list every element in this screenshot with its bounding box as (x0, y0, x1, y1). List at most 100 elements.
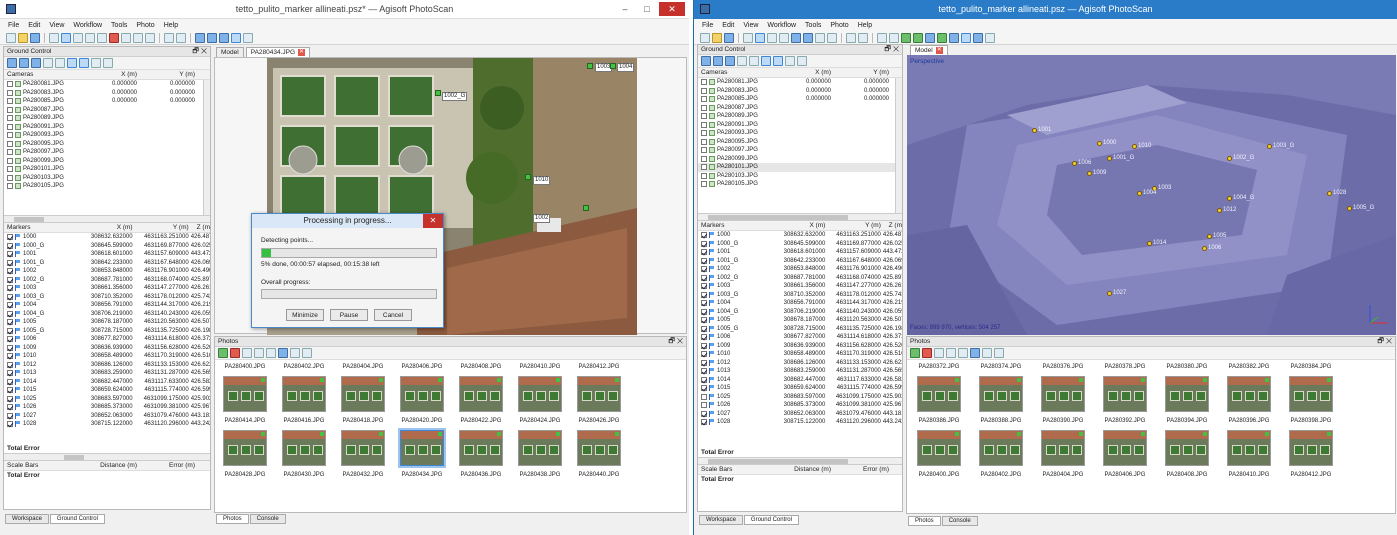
reset-view-icon[interactable] (219, 32, 229, 43)
model-marker[interactable]: 1000 (1097, 140, 1116, 146)
marker-checkbox[interactable] (701, 240, 707, 247)
marker-row[interactable]: 1009 308636.939000 4631156.628000426.5200 (4, 344, 210, 353)
menu-item-help[interactable]: Help (164, 22, 178, 29)
column-header[interactable]: Error (m) (139, 461, 197, 470)
marker-row[interactable]: 1010 308658.489000 4631170.319000426.5100 (698, 350, 902, 359)
menu-item-file[interactable]: File (702, 22, 713, 29)
menu-item-view[interactable]: View (743, 22, 758, 29)
photo-thumbnail[interactable] (917, 376, 961, 412)
photo-thumbnail[interactable] (341, 430, 385, 466)
photo-thumbnail[interactable] (223, 376, 267, 412)
marker-checkbox[interactable] (7, 302, 13, 309)
marker-row[interactable]: 1004_G 308706.219000 4631140.243000426.059… (698, 308, 902, 317)
tab-photos[interactable]: Photos (216, 514, 249, 524)
column-header[interactable]: Error (m) (833, 465, 891, 474)
camera-checkbox[interactable] (701, 87, 707, 94)
camera-checkbox[interactable] (7, 81, 13, 88)
marker-flag-icon[interactable] (583, 205, 589, 211)
marker-row[interactable]: 1027 308652.063000 4631079.476000443.1810 (698, 410, 902, 419)
marker-checkbox[interactable] (701, 351, 707, 358)
marker-row[interactable]: 1005_G 308728.715000 4631135.725000426.198… (698, 325, 902, 334)
marker-checkbox[interactable] (7, 310, 13, 317)
column-header[interactable]: Y (m) (827, 221, 883, 230)
filter-icon[interactable] (970, 348, 980, 358)
photo-thumbnail[interactable] (518, 430, 562, 466)
marker-checkbox[interactable] (701, 385, 707, 392)
marker-checkbox[interactable] (7, 412, 13, 419)
marker-row[interactable]: 1002_G 308687.781000 4631168.074000425.897… (4, 276, 210, 285)
column-header[interactable]: Y (m) (139, 70, 197, 79)
marker-row[interactable]: 1015 308659.624000 4631115.774000426.5990 (4, 386, 210, 395)
crop-selection-icon[interactable] (827, 32, 837, 43)
show-dense-icon[interactable] (889, 32, 899, 43)
marker-row[interactable]: 1003_G 308710.352000 4631178.012000425.743… (698, 291, 902, 300)
vertical-scrollbar[interactable] (203, 80, 210, 222)
photo-thumbnail[interactable] (459, 430, 503, 466)
camera-checkbox[interactable] (7, 115, 13, 122)
marker-row[interactable]: 1003_G 308710.352000 4631178.012000425.743… (4, 293, 210, 302)
tab-ground-control[interactable]: Ground Control (49, 514, 105, 524)
remove-camera-icon[interactable] (242, 348, 252, 358)
rotate-right-icon[interactable] (266, 348, 276, 358)
camera-checkbox[interactable] (7, 89, 13, 96)
reset-icon[interactable] (737, 56, 747, 66)
image-marker-label[interactable]: 1002 (533, 214, 551, 223)
open-icon[interactable] (18, 32, 28, 43)
rotate-left-icon[interactable] (254, 348, 264, 358)
delete-selection-icon[interactable] (815, 32, 825, 43)
dialog-close-button[interactable]: ✕ (423, 214, 443, 228)
marker-checkbox[interactable] (701, 325, 707, 332)
model-marker[interactable]: 1002_G (1227, 155, 1254, 161)
vertical-scrollbar[interactable] (895, 78, 902, 220)
marker-checkbox[interactable] (7, 259, 13, 266)
menu-item-photo[interactable]: Photo (136, 22, 154, 29)
marker-checkbox[interactable] (701, 410, 707, 417)
navigation-icon[interactable] (49, 32, 59, 43)
column-header[interactable]: X (m) (84, 70, 139, 79)
marker-row[interactable]: 1000 308632.632000 4631163.251000426.4870 (698, 231, 902, 240)
camera-checkbox[interactable] (701, 79, 707, 86)
close-tab-icon[interactable]: ✕ (298, 49, 306, 56)
marker-checkbox[interactable] (7, 293, 13, 300)
column-header[interactable]: Markers (698, 221, 775, 230)
marker-row[interactable]: 1000_G 308645.599000 4631169.877000426.025… (4, 242, 210, 251)
marker-row[interactable]: 1002_G 308687.781000 4631168.074000425.897… (698, 274, 902, 283)
column-header[interactable]: Y (m) (135, 223, 191, 232)
horizontal-scrollbar[interactable] (4, 215, 210, 222)
marker-row[interactable]: 1015 308659.624000 4631115.774000426.5990 (698, 384, 902, 393)
close-button[interactable]: ✕ (659, 2, 685, 16)
save-icon[interactable] (30, 32, 40, 43)
camera-checkbox[interactable] (701, 113, 707, 120)
marker-row[interactable]: 1010 308658.489000 4631170.319000426.5100 (4, 352, 210, 361)
marker-checkbox[interactable] (701, 257, 707, 264)
intelligent-scissors-icon[interactable] (97, 32, 107, 43)
photo-thumbnail[interactable] (979, 430, 1023, 466)
marker-row[interactable]: 1026 308685.373000 4631099.381000425.9670 (4, 403, 210, 412)
column-header[interactable]: Cameras (4, 70, 84, 79)
minimize-button[interactable]: – (615, 2, 635, 16)
marker-row[interactable]: 1001_G 308642.233000 4631167.648000426.069… (698, 257, 902, 266)
rectangle-select-icon[interactable] (61, 32, 71, 43)
photo-thumbnail[interactable] (1227, 430, 1271, 466)
circle-select-icon[interactable] (767, 32, 777, 43)
enable-camera-icon[interactable] (218, 348, 228, 358)
camera-checkbox[interactable] (701, 181, 707, 188)
camera-row[interactable]: PA280085.JPG 0.000000 0.000000 (698, 95, 902, 104)
marker-checkbox[interactable] (701, 368, 707, 375)
marker-row[interactable]: 1000_G 308645.599000 4631169.877000426.025… (698, 240, 902, 249)
marker-checkbox[interactable] (7, 242, 13, 249)
marker-row[interactable]: 1003 308661.356000 4631147.277000426.2610 (4, 284, 210, 293)
model-marker[interactable]: 1005 (1207, 233, 1226, 239)
marker-checkbox[interactable] (701, 419, 707, 426)
redo-icon[interactable] (176, 32, 186, 43)
menu-item-file[interactable]: File (8, 22, 19, 29)
close-tab-icon[interactable]: ✕ (935, 47, 943, 54)
marker-checkbox[interactable] (701, 283, 707, 290)
menu-item-help[interactable]: Help (858, 22, 872, 29)
marker-row[interactable]: 1005_G 308728.715000 4631135.725000426.198… (4, 327, 210, 336)
marker-checkbox[interactable] (7, 404, 13, 411)
photo-thumbnail[interactable] (577, 376, 621, 412)
marker-checkbox[interactable] (7, 319, 13, 326)
camera-row[interactable]: PA280083.JPG 0.000000 0.000000 (698, 87, 902, 96)
settings-icon[interactable] (797, 56, 807, 66)
